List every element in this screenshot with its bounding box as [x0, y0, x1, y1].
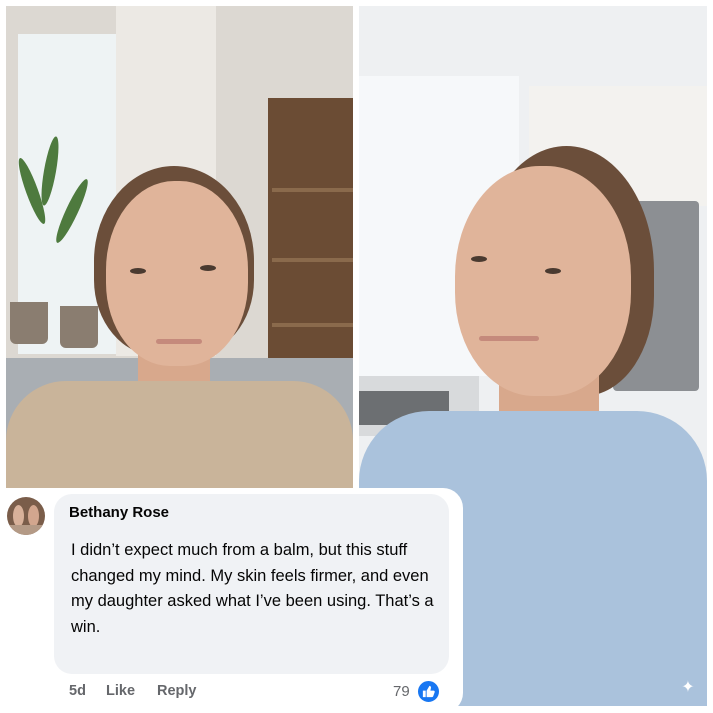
reply-button[interactable]: Reply [157, 683, 197, 699]
reaction-count[interactable]: 79 [393, 683, 410, 700]
comment-text: I didn’t expect much from a balm, but th… [71, 541, 434, 636]
sparkle-icon: ✦ [681, 679, 695, 696]
avatar[interactable] [7, 497, 45, 535]
comment-author[interactable]: Bethany Rose [69, 504, 169, 521]
thumbs-up-icon[interactable] [417, 680, 440, 703]
before-photo [6, 6, 353, 488]
comment-timestamp[interactable]: 5d [69, 683, 86, 699]
like-button[interactable]: Like [106, 683, 135, 699]
